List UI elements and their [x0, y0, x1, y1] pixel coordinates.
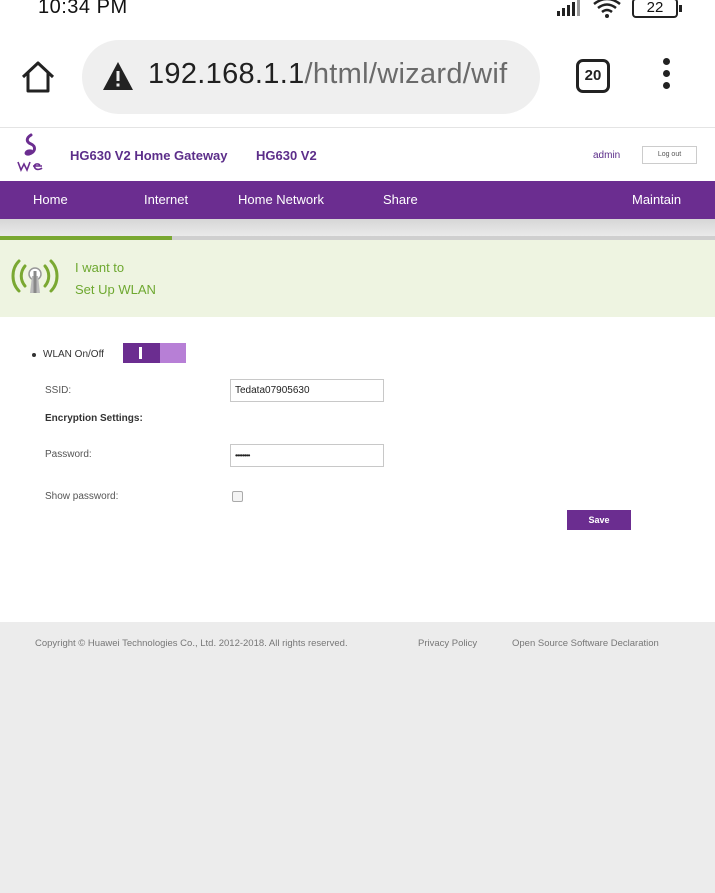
gateway-model: HG630 V2 [256, 148, 317, 163]
copyright-text: Copyright © Huawei Technologies Co., Ltd… [35, 638, 348, 649]
nav-item-home-network[interactable]: Home Network [238, 181, 324, 219]
nav-item-share[interactable]: Share [383, 181, 418, 219]
router-page: HG630 V2 Home Gateway HG630 V2 admin Log… [0, 128, 715, 893]
main-nav: Home Internet Home Network Share Maintai… [0, 181, 715, 219]
browser-toolbar: 192.168.1.1/html/wizard/wif 20 [0, 26, 715, 128]
wizard-task-title: Set Up WLAN [75, 282, 156, 297]
wlan-toggle-label: WLAN On/Off [43, 349, 104, 360]
open-source-declaration-link[interactable]: Open Source Software Declaration [512, 638, 659, 649]
url-text[interactable]: 192.168.1.1/html/wizard/wif [148, 58, 508, 91]
status-time: 10:34 PM [38, 0, 128, 18]
wizard-banner: I want to Set Up WLAN [0, 240, 715, 317]
page-footer: Copyright © Huawei Technologies Co., Ltd… [0, 622, 715, 893]
wlan-toggle-knob [139, 347, 142, 359]
ssid-input[interactable] [230, 379, 384, 402]
privacy-policy-link[interactable]: Privacy Policy [418, 638, 477, 649]
password-label: Password: [45, 449, 92, 460]
url-host: 192.168.1.1 [148, 58, 305, 90]
battery-icon: 22 [632, 0, 682, 18]
wlan-toggle[interactable] [123, 343, 186, 363]
page-header: HG630 V2 Home Gateway HG630 V2 admin Log… [0, 128, 715, 180]
status-bar: 10:34 PM 22 [0, 0, 715, 26]
screen: 10:34 PM 22 192.168.1.1/html/wizard/wif … [0, 0, 715, 893]
password-input[interactable]: •••••••• [230, 444, 384, 467]
nav-item-internet[interactable]: Internet [144, 181, 188, 219]
show-password-label: Show password: [45, 491, 119, 502]
address-bar[interactable]: 192.168.1.1/html/wizard/wif [82, 40, 540, 114]
url-path: /html/wizard/wif [304, 58, 508, 90]
show-password-checkbox[interactable] [232, 491, 243, 502]
current-user: admin [593, 150, 621, 161]
wifi-antenna-icon [11, 259, 59, 293]
nav-item-home[interactable]: Home [33, 181, 68, 219]
wlan-form: WLAN On/Off SSID: Encryption Settings: P… [0, 317, 715, 622]
encryption-settings-heading: Encryption Settings: [45, 413, 143, 424]
nav-item-maintain[interactable]: Maintain [632, 181, 681, 219]
home-icon[interactable] [18, 57, 58, 97]
tab-switcher-button[interactable]: 20 [576, 59, 610, 93]
logout-button[interactable]: Log out [642, 146, 697, 164]
gateway-title: HG630 V2 Home Gateway [70, 148, 228, 163]
more-menu-icon[interactable] [656, 58, 676, 98]
save-button[interactable]: Save [567, 510, 631, 530]
nav-divider [0, 219, 715, 236]
wizard-intro-text: I want to [75, 260, 125, 275]
we-logo-icon [17, 133, 43, 172]
signal-icon [557, 0, 580, 16]
bullet-icon [32, 353, 36, 357]
not-secure-warning-icon[interactable] [102, 61, 134, 91]
ssid-label: SSID: [45, 385, 72, 396]
wifi-status-icon [593, 0, 621, 18]
